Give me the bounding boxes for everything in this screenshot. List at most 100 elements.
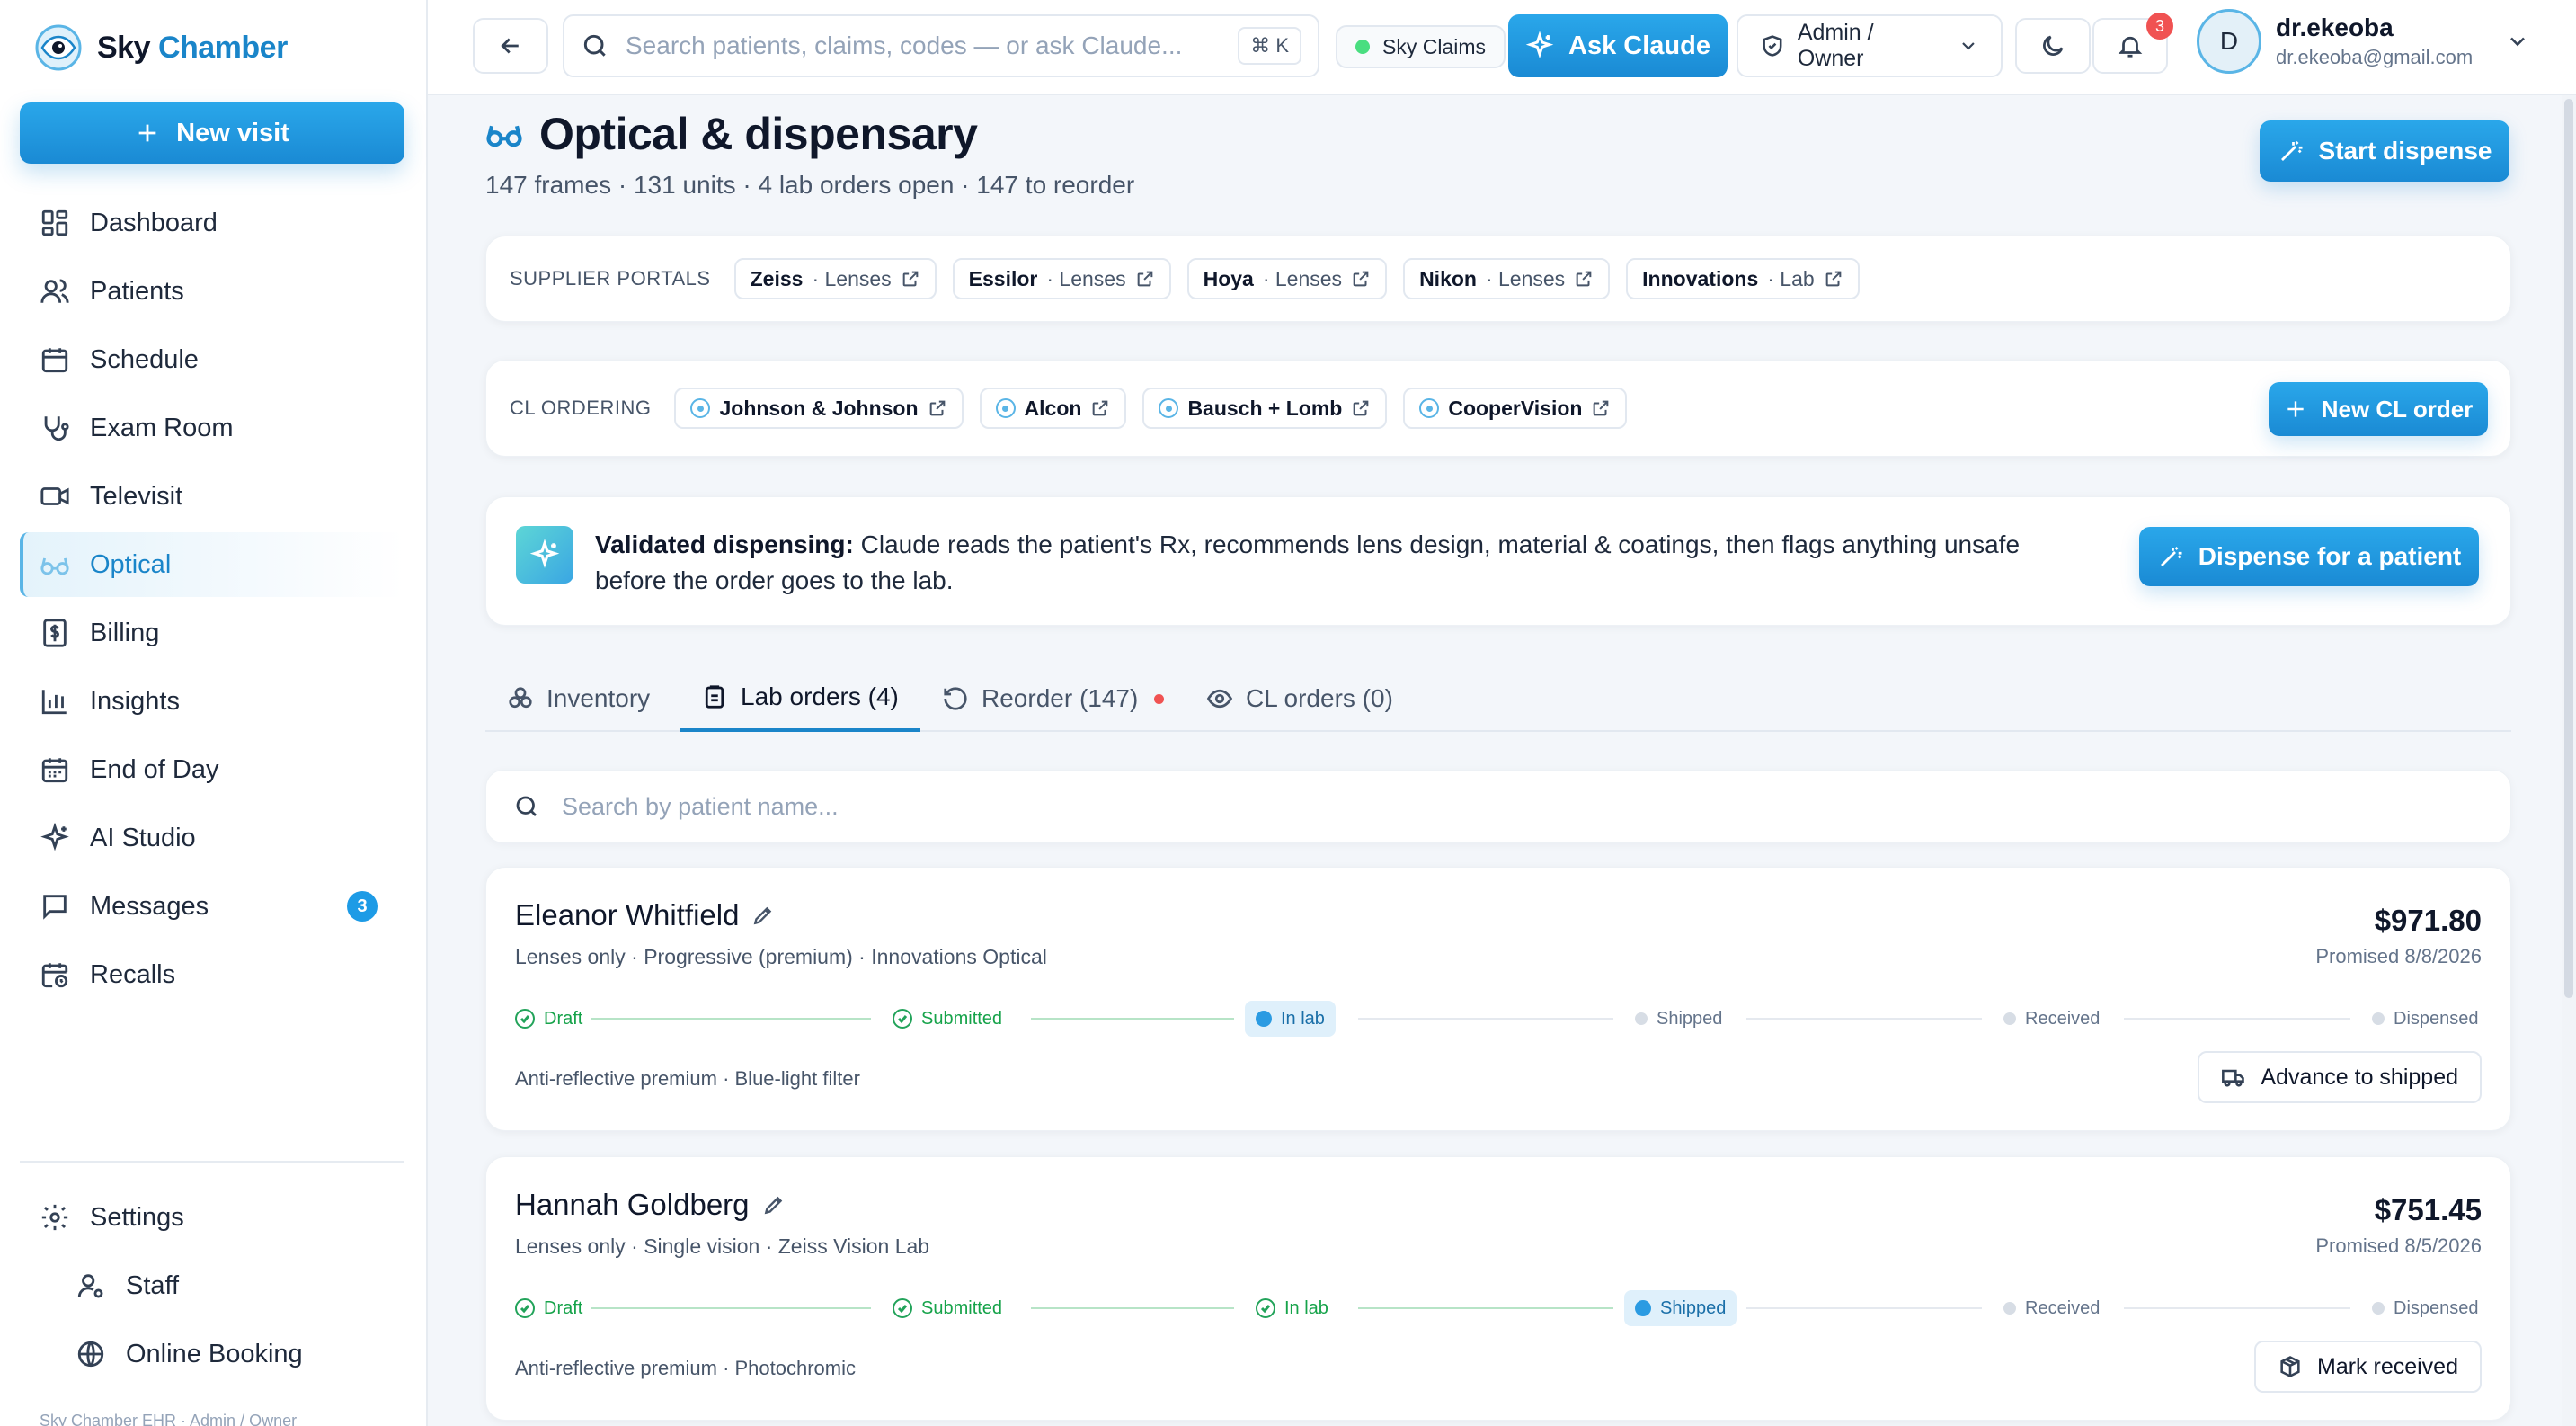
user-cog-icon: [77, 1274, 103, 1298]
sidebar-item-exam-room[interactable]: Exam Room: [20, 396, 404, 460]
order-progress: Draft Submitted In lab Shipped Received Dispe…: [515, 1001, 2483, 1037]
message-icon: [43, 895, 67, 920]
sidebar-item-patients[interactable]: Patients: [20, 259, 404, 324]
patient-search-input[interactable]: Search by patient name...: [562, 793, 839, 821]
check-icon: [1256, 1298, 1275, 1318]
scrollbar-thumb[interactable]: [2564, 99, 2573, 998]
sidebar-item-online-booking[interactable]: Online Booking: [20, 1322, 404, 1386]
patient-name[interactable]: Eleanor Whitfield: [515, 898, 739, 932]
check-icon: [893, 1009, 912, 1029]
tab-lab-orders[interactable]: Lab orders (4): [680, 665, 920, 732]
sidebar-item-optical[interactable]: Optical: [20, 532, 404, 597]
magic-wand-icon: [2280, 141, 2303, 161]
plus-icon: [138, 124, 156, 142]
glasses-icon: [486, 125, 522, 147]
page-scrollbar[interactable]: [2562, 95, 2576, 1426]
sky-claims-status[interactable]: Sky Claims: [1336, 25, 1506, 68]
truck-icon: [2222, 1069, 2245, 1087]
check-icon: [515, 1009, 535, 1029]
tab-inventory[interactable]: Inventory: [507, 665, 650, 732]
target-icon: [1159, 398, 1179, 418]
tab-reorder[interactable]: Reorder (147): [942, 665, 1165, 732]
step-label: In lab: [1284, 1297, 1328, 1318]
sidebar-item-end-of-day[interactable]: End of Day: [20, 737, 404, 802]
start-dispense-button[interactable]: Start dispense: [2260, 120, 2509, 182]
tab-cl-orders[interactable]: CL orders (0): [1206, 665, 1393, 732]
cl-chip-bausch-lomb[interactable]: Bausch + Lomb: [1142, 388, 1388, 429]
page-title: Optical & dispensary: [539, 109, 978, 159]
supplier-chip-essilor[interactable]: Essilor · Lenses: [952, 258, 1171, 299]
page-summary: 147 frames · 131 units · 4 lab orders op…: [485, 171, 1135, 199]
step-in-lab: In lab: [1245, 1001, 1336, 1037]
advance-to-shipped-button[interactable]: Advance to shipped: [2198, 1051, 2482, 1103]
theme-toggle-button[interactable]: [2015, 18, 2091, 74]
pencil-icon[interactable]: [762, 1193, 786, 1217]
target-icon: [690, 398, 711, 418]
sidebar: Sky Chamber New visit Dashboard Patients…: [0, 0, 428, 1426]
step-dispensed: Dispensed: [2372, 1290, 2479, 1326]
ask-claude-button[interactable]: Ask Claude: [1508, 14, 1728, 77]
supplier-chip-innovations[interactable]: Innovations · Lab: [1626, 258, 1860, 299]
reorder-alert-dot: [1154, 693, 1165, 704]
step-label: Draft: [544, 1008, 583, 1029]
lab-order-card: Hannah Goldberg Lenses only · Single vis…: [485, 1156, 2511, 1421]
refresh-icon: [944, 687, 967, 710]
bar-chart-icon: [41, 690, 67, 715]
order-coatings: Anti-reflective premium · Blue-light fil…: [515, 1067, 860, 1090]
order-coatings: Anti-reflective premium · Photochromic: [515, 1357, 857, 1379]
calendar-clock-icon: [41, 963, 68, 988]
cl-chip-coopervision[interactable]: CooperVision: [1403, 388, 1628, 429]
pencil-icon[interactable]: [751, 904, 775, 927]
supplier-chip-hoya[interactable]: Hoya · Lenses: [1186, 258, 1388, 299]
back-button[interactable]: [473, 18, 548, 74]
patient-name[interactable]: Hannah Goldberg: [515, 1188, 750, 1222]
page-header: Optical & dispensary 147 frames · 131 un…: [485, 108, 1134, 200]
sidebar-item-schedule[interactable]: Schedule: [20, 327, 404, 392]
sidebar-item-dashboard[interactable]: Dashboard: [20, 191, 404, 255]
step-connector: [2124, 1018, 2350, 1020]
global-search[interactable]: Search patients, claims, codes — or ask …: [563, 14, 1319, 77]
sidebar-item-televisit[interactable]: Televisit: [20, 464, 404, 529]
boxes-icon: [509, 687, 532, 709]
sidebar-item-billing[interactable]: Billing: [20, 601, 404, 665]
chevron-down-icon: [1962, 42, 1975, 50]
calendar-icon: [41, 348, 68, 373]
chevron-down-icon: [2510, 37, 2526, 47]
user-name: dr.ekeoba: [2276, 13, 2394, 41]
step-label: Dispensed: [2394, 1008, 2479, 1029]
sidebar-item-recalls[interactable]: Recalls: [20, 942, 404, 1007]
step-label: Received: [2025, 1297, 2101, 1318]
target-icon: [1419, 398, 1440, 418]
sidebar-item-staff[interactable]: Staff: [20, 1253, 404, 1318]
mark-received-button[interactable]: Mark received: [2254, 1341, 2482, 1393]
order-description: Lenses only · Single vision · Zeiss Visi…: [515, 1234, 930, 1258]
dashboard-icon: [41, 209, 68, 236]
notifications-button[interactable]: 3: [2092, 13, 2173, 74]
brand-logo[interactable]: Sky Chamber: [34, 23, 288, 72]
bell-icon: [2118, 36, 2143, 58]
supplier-chip-nikon[interactable]: Nikon · Lenses: [1403, 258, 1611, 299]
sidebar-item-ai-studio[interactable]: AI Studio: [20, 806, 404, 870]
sparkles-icon: [529, 539, 560, 568]
order-progress: Draft Submitted In lab Shipped Received Dispe…: [515, 1290, 2483, 1326]
calendar-check-icon: [41, 758, 68, 783]
global-search-input[interactable]: Search patients, claims, codes — or ask …: [626, 31, 1221, 60]
new-visit-button[interactable]: New visit: [20, 102, 404, 164]
cl-chip-alcon[interactable]: Alcon: [979, 388, 1127, 429]
eye-icon: [1206, 689, 1233, 709]
step-label: Dispensed: [2394, 1297, 2479, 1318]
dispense-for-patient-button[interactable]: Dispense for a patient: [2139, 527, 2479, 586]
step-label: Submitted: [921, 1297, 1003, 1318]
cl-chip-johnson-johnson[interactable]: Johnson & Johnson: [674, 388, 964, 429]
role-selector[interactable]: Admin / Owner: [1737, 14, 2003, 77]
user-menu[interactable]: D dr.ekeoba dr.ekeoba@gmail.com: [2197, 9, 2530, 74]
search-icon: [516, 796, 537, 816]
patient-search[interactable]: Search by patient name...: [485, 770, 2511, 843]
supplier-chip-zeiss[interactable]: Zeiss · Lenses: [733, 258, 937, 299]
sidebar-item-insights[interactable]: Insights: [20, 669, 404, 734]
new-cl-order-button[interactable]: New CL order: [2269, 382, 2488, 436]
sidebar-item-settings[interactable]: Settings: [20, 1185, 404, 1250]
sidebar-item-messages[interactable]: Messages 3: [20, 874, 404, 939]
step-received: Received: [2003, 1001, 2100, 1037]
step-label: Shipped: [1660, 1297, 1727, 1318]
